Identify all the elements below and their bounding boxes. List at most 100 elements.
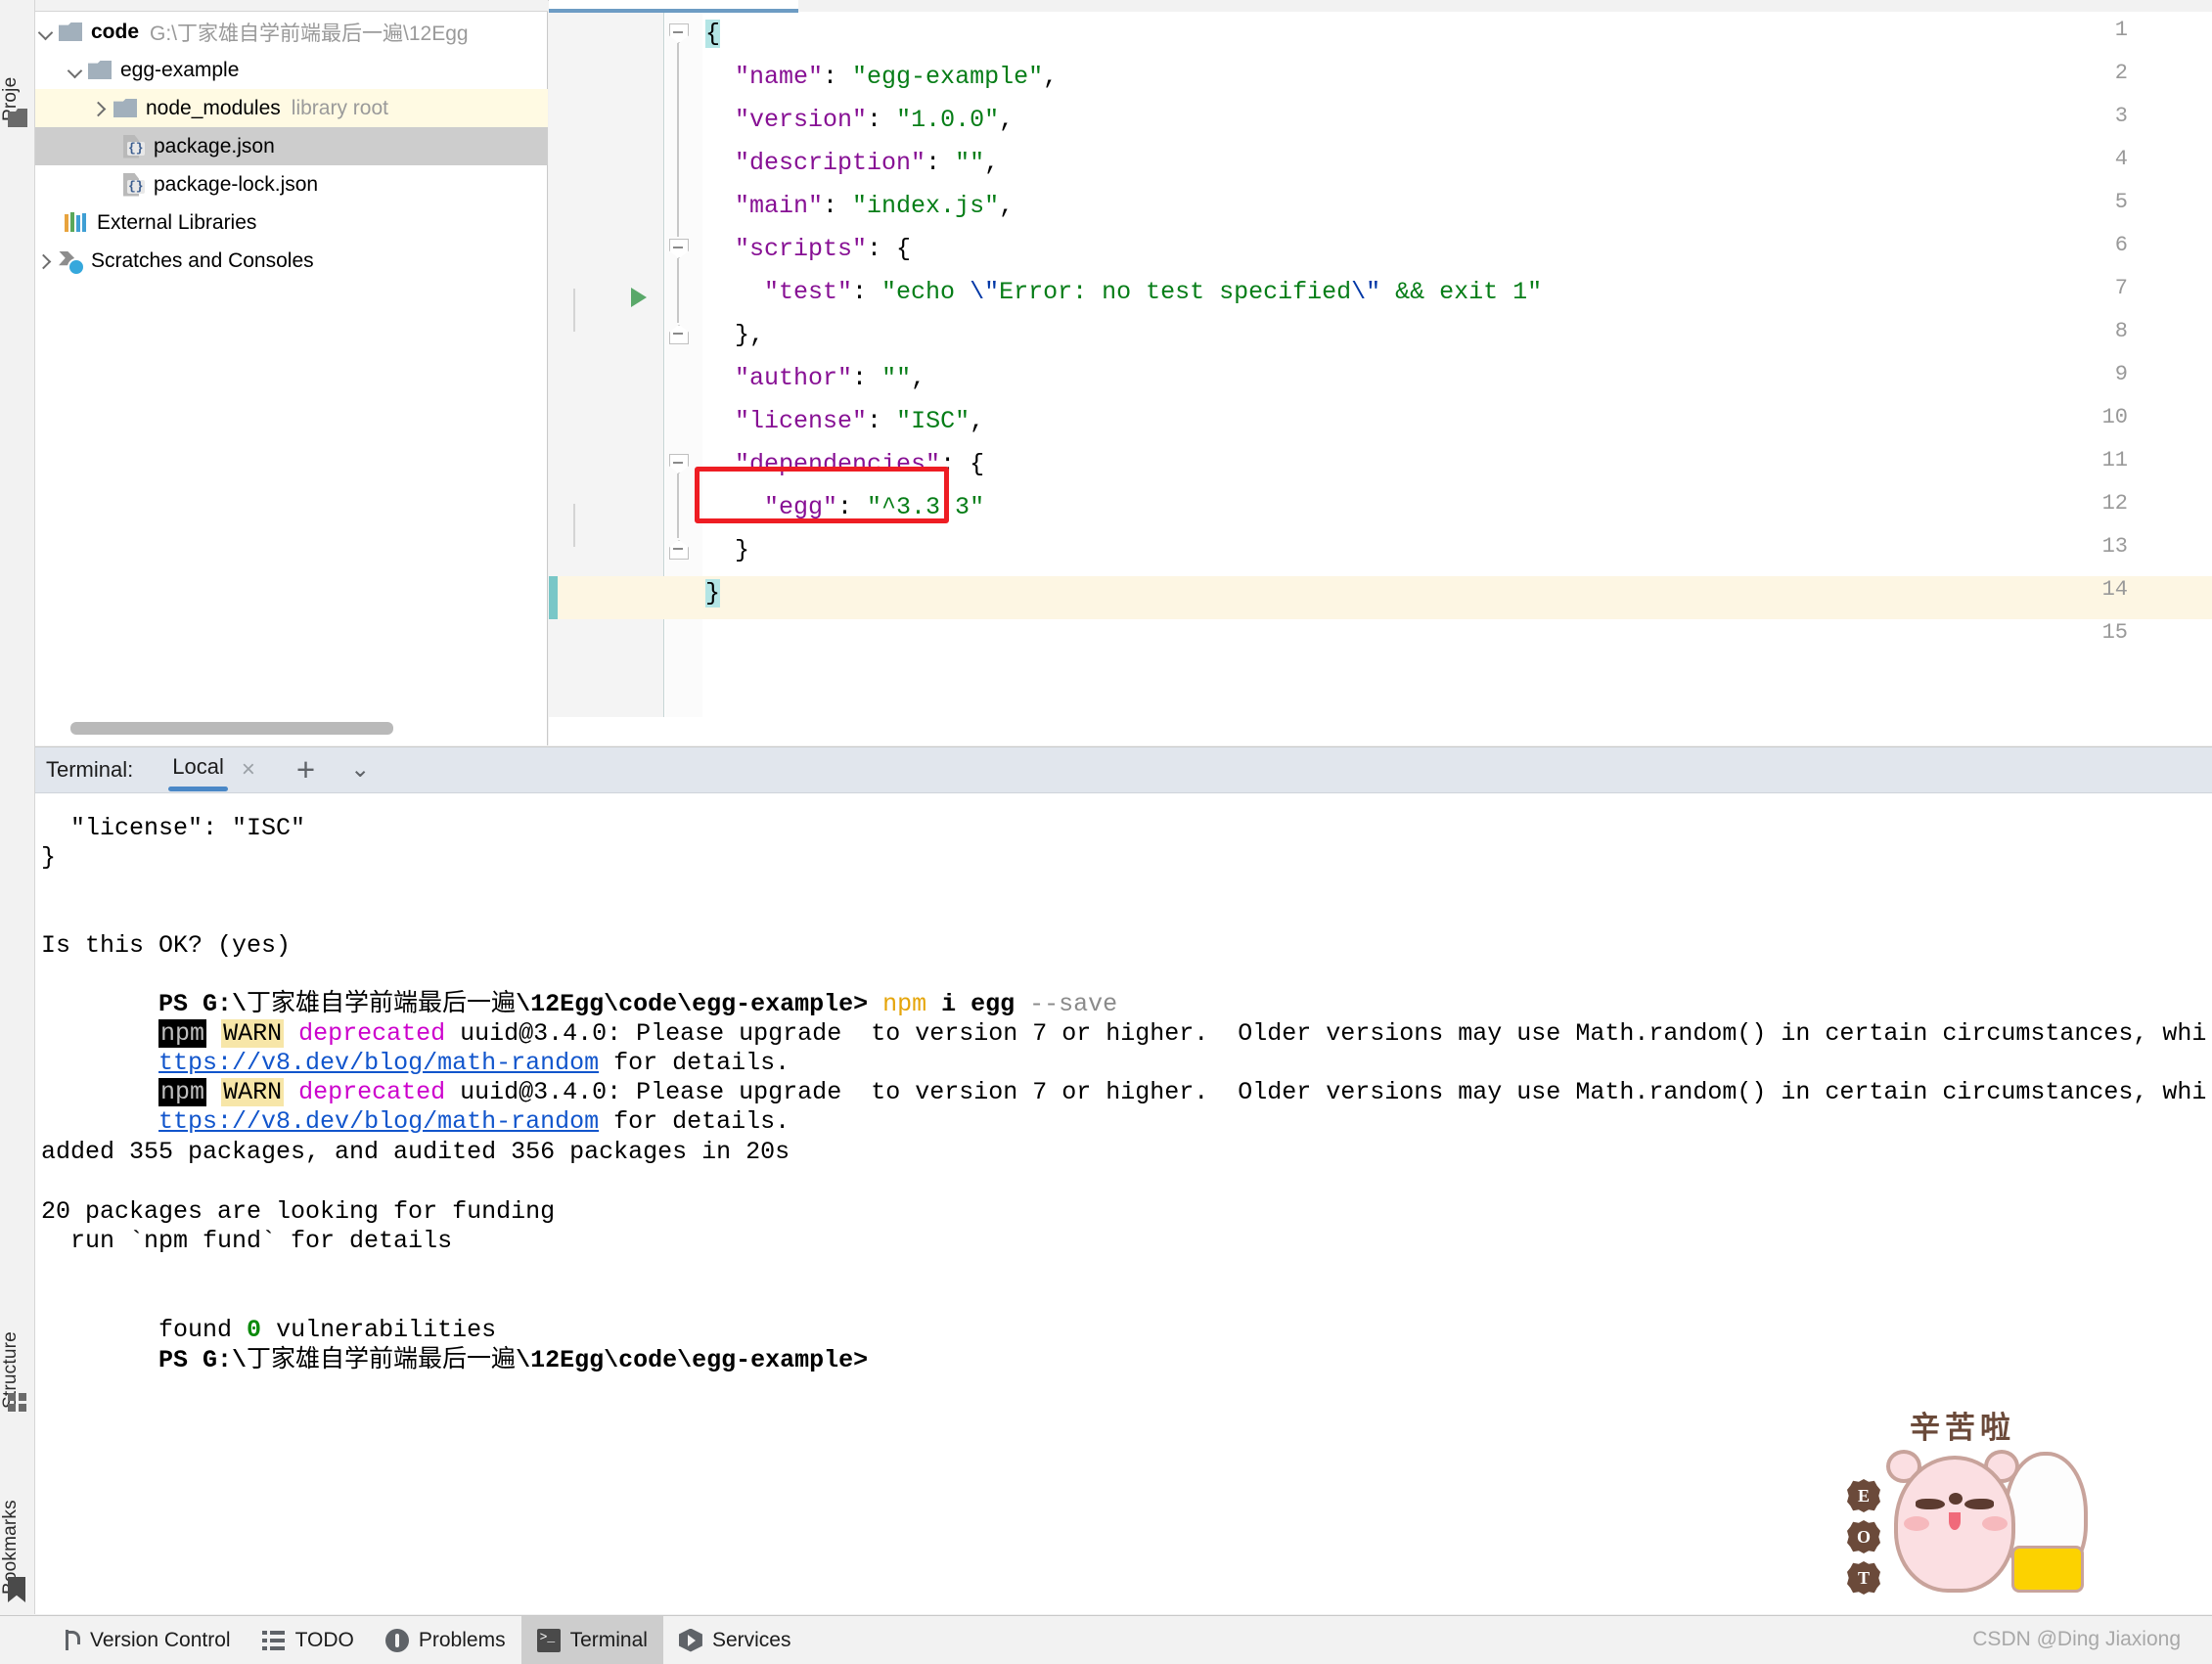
tree-item-code[interactable]: code G:\丁家雄自学前端最后一遍\12Egg (35, 13, 548, 51)
json-file-icon (123, 135, 145, 158)
terminal-icon (536, 1628, 561, 1652)
status-item-label: TODO (294, 1628, 354, 1651)
status-item-version-control[interactable]: Version Control (41, 1616, 247, 1664)
tool-tab-structure[interactable]: Structure (0, 1262, 35, 1409)
tree-item-label: node_modules (146, 96, 281, 119)
indent-guide (573, 504, 575, 547)
code-line-13: } (705, 536, 750, 564)
code-line-7: "test": "echo \"Error: no test specified… (764, 278, 1543, 306)
watermark: CSDN @Ding Jiaxiong (1972, 1628, 2181, 1650)
tree-item-package-lock-json[interactable]: package-lock.json (35, 165, 548, 203)
chevron-down-icon[interactable] (65, 60, 86, 81)
chevron-down-icon[interactable]: ⌄ (350, 758, 370, 782)
tree-item-label: Scratches and Consoles (91, 248, 314, 272)
terminal-line: run `npm fund` for details (41, 1227, 453, 1255)
todo-list-icon (261, 1628, 286, 1652)
status-bar: Version Control TODO Problems Terminal S… (0, 1615, 2212, 1664)
folder-icon (59, 22, 82, 41)
terminal-tab-label: Local (172, 754, 224, 779)
status-item-problems[interactable]: Problems (370, 1616, 521, 1664)
structure-grid-icon (8, 1393, 27, 1413)
status-item-terminal[interactable]: Terminal (520, 1615, 663, 1664)
external-libraries-icon (65, 211, 88, 234)
fold-region-line (677, 258, 679, 323)
project-tree-rows: code G:\丁家雄自学前端最后一遍\12Egg egg-example no… (35, 13, 548, 280)
left-tool-strip: Proje Structure Bookmarks (0, 0, 35, 1614)
code-line-8: }, (705, 321, 765, 349)
terminal-label: Terminal: (46, 757, 134, 782)
current-line-marker (549, 576, 558, 619)
code-line-3: "version": "1.0.0", (735, 106, 1015, 134)
terminal-line: 20 packages are looking for funding (41, 1197, 556, 1226)
close-icon[interactable]: × (242, 758, 255, 782)
code-line-14: } (705, 579, 721, 607)
problems-warning-icon (384, 1628, 409, 1652)
editor-tabstrip (549, 0, 2212, 13)
tree-item-egg-example[interactable]: egg-example (35, 51, 548, 89)
tree-item-label: code (91, 20, 140, 43)
tool-tab-bookmarks[interactable]: Bookmarks (0, 1438, 35, 1595)
status-item-label: Terminal (569, 1628, 648, 1651)
add-terminal-icon[interactable]: + (296, 753, 315, 786)
status-item-services[interactable]: Services (663, 1616, 807, 1664)
tree-item-package-json[interactable]: package.json (35, 127, 548, 165)
fold-marker-icon[interactable] (667, 538, 689, 560)
code-line-5: "main": "index.js", (735, 192, 1015, 220)
status-item-todo[interactable]: TODO (247, 1616, 370, 1664)
json-file-icon (123, 173, 145, 197)
project-panel-tabstrip (35, 0, 548, 12)
tree-item-label: package-lock.json (154, 172, 319, 196)
code-line-9: "author": "", (735, 364, 926, 392)
indent-guide (573, 289, 575, 332)
services-icon (678, 1628, 702, 1652)
terminal-line: added 355 packages, and audited 356 pack… (41, 1138, 790, 1166)
code-line-2: "name": "egg-example", (735, 63, 1059, 91)
code-line-1: { (705, 20, 721, 48)
sticker-badge: E (1847, 1479, 1880, 1512)
code-editor: 1 2 3 4 5 6 7 8 9 10 11 12 13 14 15 { "n… (549, 0, 2212, 745)
chevron-down-icon[interactable] (35, 22, 57, 43)
scratches-icon (59, 250, 85, 276)
tree-item-label: External Libraries (97, 210, 257, 234)
status-item-label: Services (711, 1628, 791, 1651)
sticker-bear-nose (1949, 1493, 1963, 1505)
terminal-line: } (41, 843, 57, 872)
fold-region-line (677, 43, 679, 237)
terminal-line: "license": "ISC" (41, 814, 306, 842)
sticker-rabbit-pants (2011, 1546, 2084, 1593)
folder-icon (113, 99, 137, 117)
bookmark-flag-icon (8, 1577, 25, 1602)
project-tree-panel: code G:\丁家雄自学前端最后一遍\12Egg egg-example no… (35, 0, 548, 745)
terminal-tab-local[interactable]: Local (168, 754, 228, 791)
run-script-icon[interactable] (631, 288, 647, 307)
tree-item-scratches-and-consoles[interactable]: Scratches and Consoles (35, 242, 548, 280)
terminal-tab-underline (168, 787, 228, 791)
code-line-10: "license": "ISC", (735, 407, 985, 435)
sticker-bear-eye-right (1964, 1499, 1994, 1509)
project-tree-horizontal-scrollbar[interactable] (70, 722, 393, 735)
sticker-badge: T (1847, 1561, 1880, 1595)
terminal-url-link[interactable]: ttps://v8.dev/blog/math-random (158, 1107, 599, 1136)
fold-marker-icon[interactable] (667, 323, 689, 344)
fold-marker-icon[interactable] (667, 452, 689, 473)
code-line-4: "description": "", (735, 149, 1000, 177)
code-line-12: "egg": "^3.3.3" (764, 493, 985, 521)
status-item-label: Problems (418, 1628, 506, 1651)
fold-marker-icon[interactable] (667, 237, 689, 258)
fold-marker-icon[interactable] (667, 22, 689, 43)
terminal-line-prompt: PS G:\丁家雄自学前端最后一遍\12Egg\code\egg-example… (158, 1346, 869, 1374)
chevron-right-icon[interactable] (90, 98, 112, 119)
terminal-line: Is this OK? (yes) (41, 931, 292, 960)
editor-code-area[interactable]: { "name": "egg-example", "version": "1.0… (705, 13, 2212, 717)
sticker-badges: E O T (1847, 1479, 1880, 1602)
tree-item-external-libraries[interactable]: External Libraries (35, 203, 548, 242)
tool-tab-project[interactable]: Proje (0, 4, 35, 121)
folder-icon (88, 61, 112, 79)
terminal-header: Terminal: Local × + ⌄ (35, 746, 2212, 793)
code-line-11: "dependencies": { (735, 450, 985, 478)
tree-item-label: egg-example (120, 58, 240, 81)
tree-item-node-modules[interactable]: node_modules library root (35, 89, 548, 127)
sticker-bear-cheek-right (1982, 1516, 2008, 1531)
fold-region-line (677, 473, 679, 538)
chevron-right-icon[interactable] (35, 250, 57, 272)
